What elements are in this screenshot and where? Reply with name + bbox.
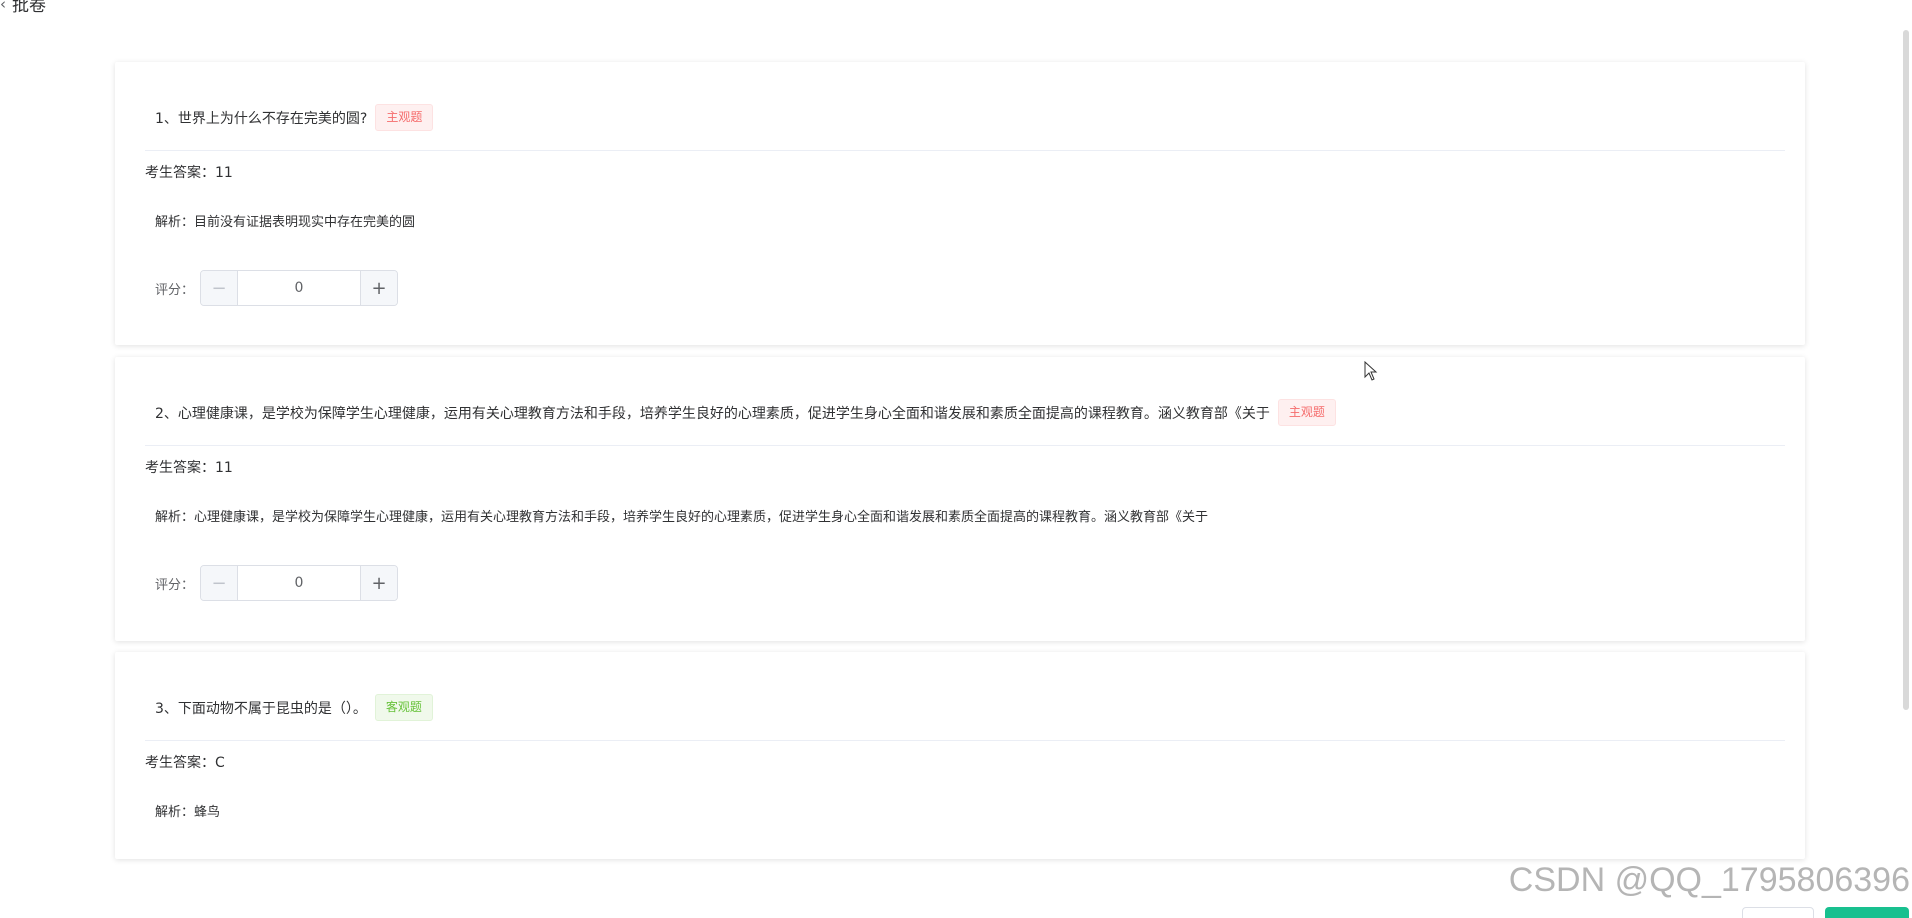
question-card-1: 1、世界上为什么不存在完美的圆? 主观题 考生答案：11 解析：目前没有证据表明… xyxy=(115,62,1805,345)
question-type-tag: 主观题 xyxy=(1277,399,1336,426)
cancel-button[interactable] xyxy=(1742,907,1814,918)
question-header: 1、世界上为什么不存在完美的圆? 主观题 xyxy=(155,104,434,131)
question-card-3: 3、下面动物不属于昆虫的是（）。 客观题 考生答案：C 解析：蜂鸟 xyxy=(115,652,1805,859)
answer-analysis: 解析：目前没有证据表明现实中存在完美的圆 xyxy=(155,215,416,230)
question-type-tag: 客观题 xyxy=(374,694,433,721)
score-label: 评分： xyxy=(155,577,195,593)
score-input[interactable]: 0 xyxy=(238,271,361,305)
score-row: 评分： − 0 + xyxy=(155,270,399,306)
answer-analysis: 解析：心理健康课，是学校为保障学生心理健康，运用有关心理教育方法和手段，培养学生… xyxy=(155,510,1209,525)
score-label: 评分： xyxy=(155,282,195,298)
question-title: 1、世界上为什么不存在完美的圆? xyxy=(155,110,368,127)
grading-page: ‹ 批卷 1、世界上为什么不存在完美的圆? 主观题 考生答案：11 解析：目前没… xyxy=(0,0,1912,918)
answer-analysis: 解析：蜂鸟 xyxy=(155,805,221,820)
decrement-button[interactable]: − xyxy=(201,566,239,600)
question-header: 3、下面动物不属于昆虫的是（）。 客观题 xyxy=(155,694,433,721)
question-header: 2、心理健康课，是学校为保障学生心理健康，运用有关心理教育方法和手段，培养学生良… xyxy=(155,399,1336,426)
vertical-scrollbar[interactable] xyxy=(1903,30,1909,710)
score-input[interactable]: 0 xyxy=(238,566,361,600)
back-arrow-icon[interactable]: ‹ xyxy=(0,0,6,13)
page-header: ‹ 批卷 xyxy=(0,0,46,16)
increment-button[interactable]: + xyxy=(360,566,398,600)
divider xyxy=(145,445,1785,446)
student-answer: 考生答案：C xyxy=(145,755,225,771)
increment-button[interactable]: + xyxy=(360,271,398,305)
question-title: 3、下面动物不属于昆虫的是（）。 xyxy=(155,700,367,717)
student-answer: 考生答案：11 xyxy=(145,165,233,181)
score-stepper[interactable]: − 0 + xyxy=(200,270,399,306)
submit-button[interactable] xyxy=(1825,907,1909,918)
page-title: 批卷 xyxy=(12,0,46,16)
question-type-tag: 主观题 xyxy=(375,104,434,131)
decrement-button[interactable]: − xyxy=(201,271,239,305)
score-row: 评分： − 0 + xyxy=(155,565,399,601)
question-card-2: 2、心理健康课，是学校为保障学生心理健康，运用有关心理教育方法和手段，培养学生良… xyxy=(115,357,1805,641)
student-answer: 考生答案：11 xyxy=(145,460,233,476)
mouse-cursor-icon xyxy=(1364,361,1378,381)
divider xyxy=(145,150,1785,151)
watermark: CSDN @QQ_1795806396 xyxy=(1508,861,1910,899)
score-stepper[interactable]: − 0 + xyxy=(200,565,399,601)
divider xyxy=(145,740,1785,741)
question-title: 2、心理健康课，是学校为保障学生心理健康，运用有关心理教育方法和手段，培养学生良… xyxy=(155,405,1270,422)
